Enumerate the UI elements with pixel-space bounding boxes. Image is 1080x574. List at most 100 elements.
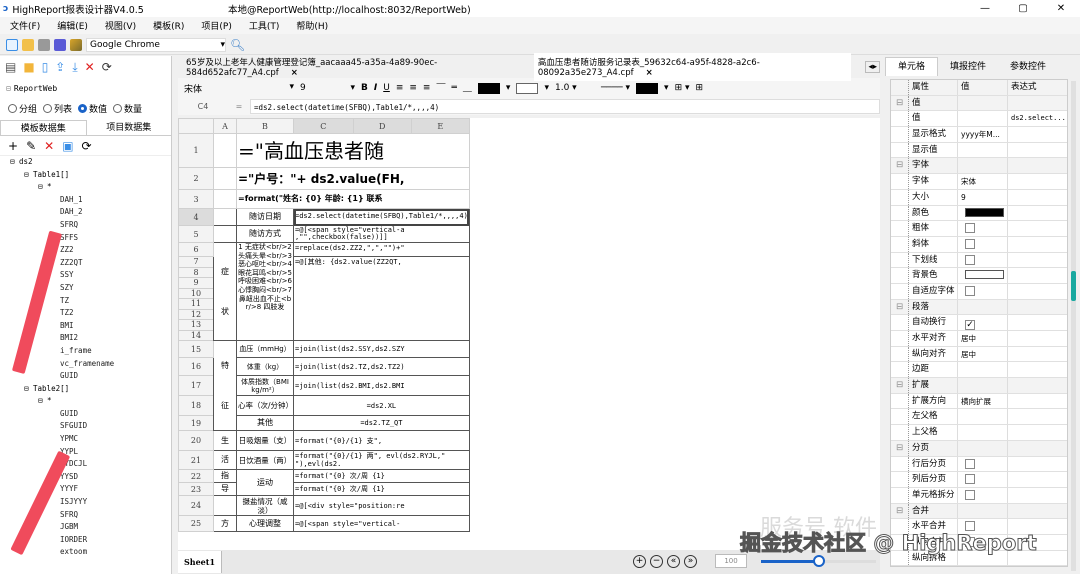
cell-c19[interactable]: =ds2.TZ_QT bbox=[293, 415, 470, 431]
browser-select[interactable]: Google Chrome ▾ bbox=[86, 37, 226, 52]
tree-field[interactable]: YYSD bbox=[0, 471, 171, 484]
cell-b18[interactable]: 心率（次/分钟） bbox=[236, 395, 294, 416]
tree-field[interactable]: GUID bbox=[0, 370, 171, 383]
tab-template-datasets[interactable]: 模板数据集 bbox=[0, 120, 87, 135]
property-row[interactable]: 显示格式 yyyy年M... bbox=[891, 127, 1067, 143]
tab-fill-controls[interactable]: 填报控件 bbox=[938, 58, 998, 76]
radio-list[interactable]: 列表 bbox=[43, 102, 72, 115]
property-category[interactable]: ⊟ 值 bbox=[891, 95, 1067, 112]
cell-c22[interactable]: =format("{0} 次/周 {1} bbox=[293, 469, 470, 483]
color-swatch[interactable] bbox=[965, 207, 1004, 217]
tree-field[interactable]: DAH_2 bbox=[0, 206, 171, 219]
tree-field[interactable]: ISJYYY bbox=[0, 496, 171, 509]
property-row[interactable]: 自适应字体 bbox=[891, 283, 1067, 300]
folder-icon[interactable]: ■ bbox=[23, 60, 34, 74]
tree-node-table2-star[interactable]: ⊟ * bbox=[0, 395, 171, 408]
refresh-icon[interactable]: ⟳ bbox=[102, 60, 112, 74]
tree-field[interactable]: YYPL bbox=[0, 446, 171, 459]
cell-c21[interactable]: =format("{0}/{1} 两", evl(ds2.RYJL," "),e… bbox=[293, 450, 470, 470]
property-row[interactable]: 上父格 bbox=[891, 425, 1067, 441]
tree-node-table2[interactable]: ⊟ Table2[] bbox=[0, 383, 171, 396]
border-color-picker[interactable] bbox=[636, 82, 659, 94]
close-button[interactable]: ✕ bbox=[1042, 3, 1080, 14]
cell-c24[interactable]: =@[<div style="position:re bbox=[293, 495, 470, 516]
close-tab-icon[interactable]: × bbox=[646, 68, 653, 78]
bold-button[interactable]: B bbox=[361, 83, 368, 93]
last-page-icon[interactable]: » bbox=[684, 554, 697, 568]
underline-button[interactable]: U bbox=[383, 83, 390, 93]
preview-icon[interactable]: ▣ bbox=[62, 139, 73, 153]
cell-b17[interactable]: 体质指数（BMI kg/m²） bbox=[236, 375, 294, 396]
cell-b20[interactable]: 日吸烟量（支） bbox=[236, 430, 294, 451]
formula-input[interactable]: =ds2.select(datetime(SFBQ),Table1/*,,,,4… bbox=[250, 99, 880, 114]
tree-field[interactable]: SFRQ bbox=[0, 219, 171, 232]
collapse-icon[interactable]: ⊟ bbox=[891, 440, 909, 456]
tree-field[interactable]: YYDCJL bbox=[0, 458, 171, 471]
cell-a22[interactable]: 指 bbox=[213, 469, 237, 483]
property-row[interactable]: 颜色 bbox=[891, 205, 1067, 222]
edit-icon[interactable]: ✎ bbox=[26, 139, 36, 153]
property-row[interactable]: 扩展方向 横向扩展 bbox=[891, 393, 1067, 410]
font-select[interactable]: 宋体 ▾ bbox=[184, 82, 294, 95]
radio-count[interactable]: 数量 bbox=[113, 102, 142, 115]
cell-a23[interactable]: 导 bbox=[213, 482, 237, 496]
cell-c23[interactable]: =format("{0} 次/周 {1} bbox=[293, 482, 470, 496]
align-center-icon[interactable]: ≡ bbox=[409, 83, 417, 93]
valign-middle-icon[interactable]: ═ bbox=[451, 83, 456, 93]
cell-b25[interactable]: 心理调整 bbox=[236, 515, 294, 532]
cell-a20[interactable]: 生 bbox=[213, 430, 237, 451]
download-icon[interactable]: ⤓ bbox=[72, 60, 77, 75]
cell-b6[interactable]: 1 无症状<br/>2 头痛头晕<br/>3 恶心呕吐<br/>4 眼花耳鸣<b… bbox=[236, 242, 294, 341]
cell-b16[interactable]: 体重（kg） bbox=[236, 357, 294, 376]
size-select[interactable]: 9 ▾ bbox=[300, 83, 355, 93]
cell-c20[interactable]: =format("{0}/{1} 支", bbox=[293, 430, 470, 451]
tab-cell[interactable]: 单元格 bbox=[885, 57, 939, 76]
merge-cells-icon[interactable]: ⊞ bbox=[696, 83, 704, 93]
italic-button[interactable]: I bbox=[374, 83, 377, 93]
save-icon[interactable] bbox=[38, 38, 50, 51]
cell-c6[interactable]: =replace(ds2.ZZ2,",","")+" bbox=[293, 242, 470, 257]
valign-bottom-icon[interactable]: ⎽ bbox=[463, 83, 472, 93]
menu-view[interactable]: 视图(V) bbox=[105, 19, 136, 32]
property-category[interactable]: ⊟ 分页 bbox=[891, 440, 1067, 457]
property-row[interactable]: 单元格拆分 bbox=[891, 487, 1067, 504]
property-row[interactable]: 显示值 bbox=[891, 142, 1067, 159]
zoom-out-icon[interactable]: − bbox=[650, 554, 663, 568]
property-row[interactable]: 列后分页 bbox=[891, 472, 1067, 488]
tree-root-reportweb[interactable]: ⊟ ReportWeb bbox=[0, 80, 171, 96]
title-cell[interactable]: ="高血压患者随 bbox=[236, 133, 470, 168]
col-header-d[interactable]: D bbox=[352, 118, 412, 134]
checkbox[interactable] bbox=[965, 254, 975, 265]
tree-node-ds2[interactable]: ⊟ ds2 bbox=[0, 156, 171, 169]
property-row[interactable]: 左父格 bbox=[891, 409, 1067, 426]
col-header-c[interactable]: C bbox=[293, 118, 354, 134]
sheet-tab-sheet1[interactable]: Sheet1 bbox=[178, 551, 223, 573]
tree-field[interactable]: YPMC bbox=[0, 433, 171, 446]
collapse-icon[interactable]: ⊟ bbox=[891, 299, 909, 315]
property-row[interactable]: 背景色 bbox=[891, 268, 1067, 284]
tree-field[interactable]: TZ bbox=[0, 295, 171, 308]
property-row[interactable]: 下划线 bbox=[891, 252, 1067, 269]
preview-search-icon[interactable]: 🔍︎ bbox=[230, 38, 245, 52]
collapse-icon[interactable]: ⊟ bbox=[891, 503, 909, 519]
menu-tools[interactable]: 工具(T) bbox=[249, 19, 280, 32]
file-icon[interactable]: ▯ bbox=[42, 60, 49, 74]
delete-icon[interactable]: ✕ bbox=[85, 60, 95, 74]
tree-field[interactable]: extoom bbox=[0, 546, 171, 559]
checkbox[interactable] bbox=[965, 458, 975, 469]
cell-c15[interactable]: =join(list(ds2.SSY,ds2.SZY bbox=[293, 340, 470, 358]
collapse-icon[interactable]: ⊟ bbox=[891, 158, 909, 174]
collapse-icon[interactable]: ⊟ bbox=[6, 84, 11, 93]
collapse-icon[interactable]: ⊟ bbox=[891, 378, 909, 393]
tree-field[interactable]: ZZ2QT bbox=[0, 257, 171, 270]
cell-b22[interactable]: 运动 bbox=[236, 469, 294, 496]
cell-c4[interactable]: =ds2.select(datetime(SFBQ),Table1/*,,,,4… bbox=[293, 208, 470, 226]
doc-tab-2[interactable]: 高血压患者随访服务记录表_59632c64-a95f-4828-a2c6-080… bbox=[533, 53, 852, 81]
menu-project[interactable]: 项目(P) bbox=[201, 19, 231, 32]
cell-a21[interactable]: 活 bbox=[213, 450, 237, 470]
align-left-icon[interactable]: ≡ bbox=[396, 83, 404, 93]
col-header-a[interactable]: A bbox=[213, 118, 237, 134]
line-width-select[interactable]: 1.0 ▾ bbox=[555, 83, 595, 93]
tree-field[interactable]: SSY bbox=[0, 269, 171, 282]
property-row[interactable]: 行后分页 bbox=[891, 456, 1067, 473]
